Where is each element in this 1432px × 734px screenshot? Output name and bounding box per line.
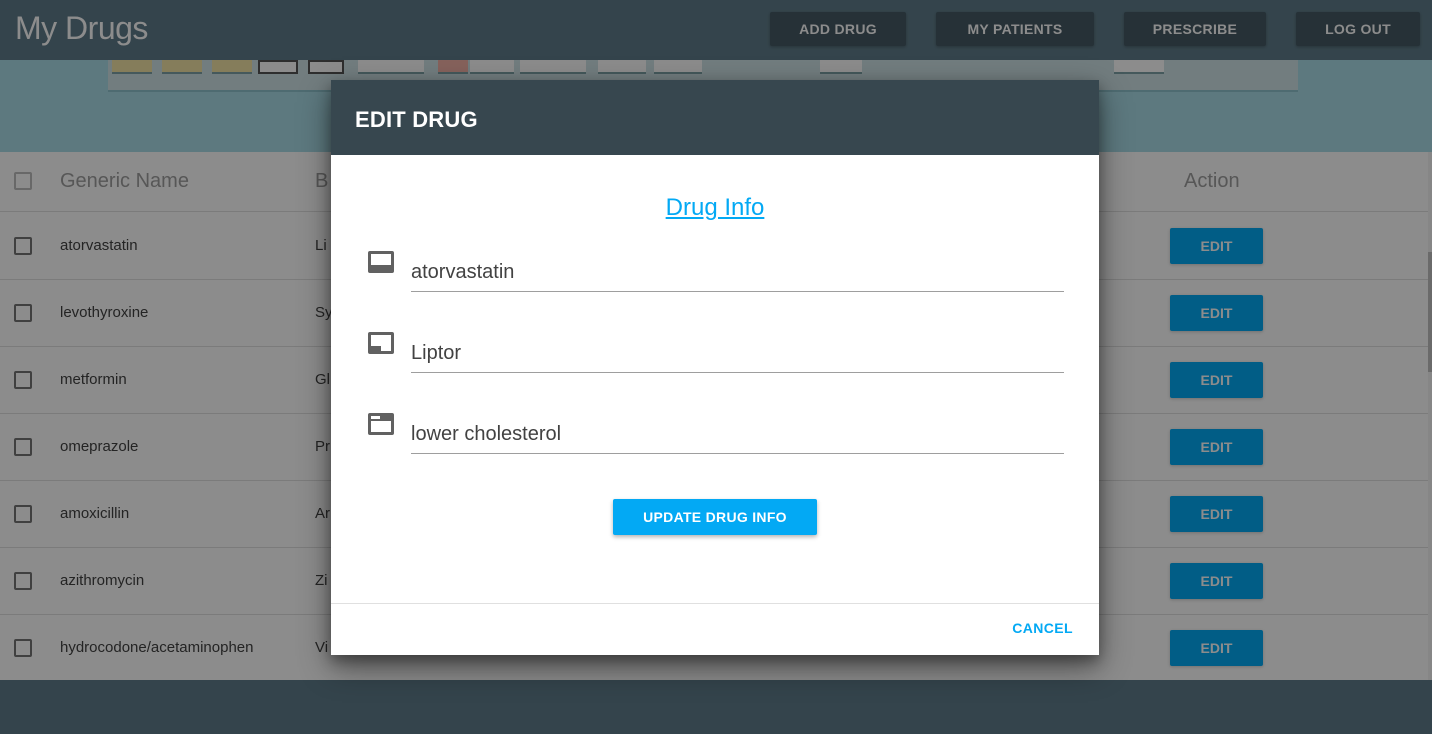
edit-drug-dialog: EDIT DRUG Drug Info UPDATE DRUG INFO CAN… [331,80,1099,655]
dialog-header: EDIT DRUG [331,80,1099,155]
update-drug-info-button[interactable]: UPDATE DRUG INFO [613,499,817,535]
generic-name-icon [368,251,394,273]
brand-name-input[interactable] [411,341,1064,373]
description-field [367,412,1064,472]
dialog-divider [331,603,1099,604]
description-input[interactable] [411,422,1064,454]
brand-name-field [367,331,1064,391]
brand-name-icon [368,332,394,354]
description-icon [368,413,394,435]
drug-info-link[interactable]: Drug Info [331,194,1099,222]
cancel-button[interactable]: CANCEL [1012,620,1073,636]
dialog-title: EDIT DRUG [355,107,478,132]
generic-name-field [367,250,1064,310]
generic-name-input[interactable] [411,260,1064,292]
